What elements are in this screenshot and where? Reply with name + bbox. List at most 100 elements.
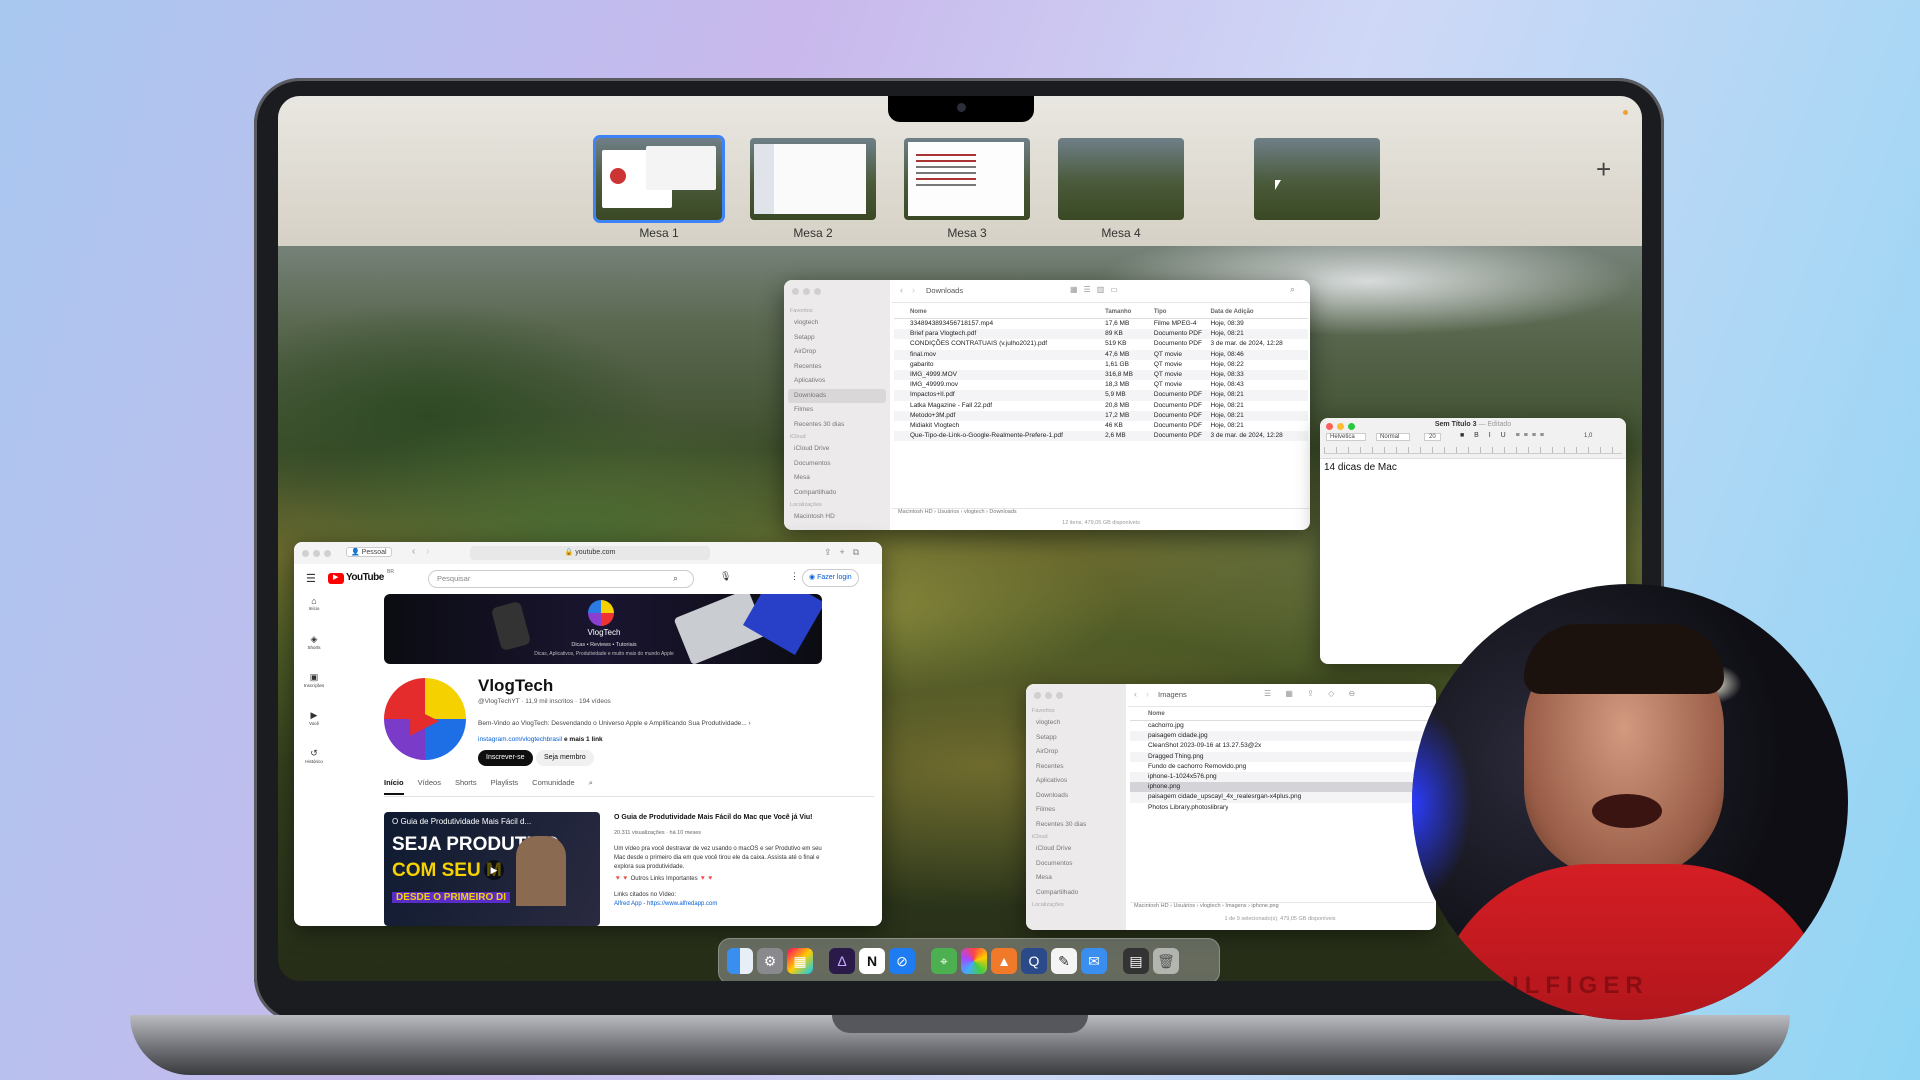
- file-row[interactable]: Photos Library.photoslibrary: [1130, 803, 1430, 813]
- safari-window[interactable]: 👤 Pessoal ‹ › 🔒 youtube.com ⇪+⧉ ☰ ▶ YouT…: [294, 542, 882, 926]
- finder-images-window[interactable]: Favoritos vlogtech Setapp AirDrop Recent…: [1026, 684, 1436, 930]
- maps-icon[interactable]: ⌖: [931, 948, 957, 974]
- forward-icon[interactable]: ›: [426, 546, 429, 557]
- youtube-search-input[interactable]: Pesquisar ⌕: [428, 570, 694, 588]
- menu-icon[interactable]: ☰: [306, 572, 316, 585]
- file-row[interactable]: iphone-1-1024x576.png: [1130, 771, 1430, 783]
- join-button[interactable]: Seja membro: [536, 750, 594, 766]
- settings-icon[interactable]: ⚙: [757, 948, 783, 974]
- font-family-select[interactable]: Helvetica: [1326, 433, 1366, 441]
- notion-icon[interactable]: N: [859, 948, 885, 974]
- trash-icon[interactable]: 🗑: [1153, 948, 1179, 974]
- path-item[interactable]: Downloads: [989, 509, 1016, 515]
- file-row[interactable]: Latka Magazine - Fall 22.pdf 20,8 MB Docum…: [894, 401, 1308, 411]
- sidebar-item-aplicativos[interactable]: Aplicativos: [1026, 774, 1126, 789]
- tab-comunidade[interactable]: Comunidade: [532, 778, 575, 796]
- path-item[interactable]: Macintosh HD: [898, 509, 933, 515]
- add-space-button[interactable]: +: [1596, 154, 1611, 185]
- space-thumbnail-3[interactable]: [904, 138, 1030, 220]
- space-thumbnail-4[interactable]: [1058, 138, 1184, 220]
- quicktime-icon[interactable]: Q: [1021, 948, 1047, 974]
- file-row[interactable]: CleanShot 2023-09-16 at 13.27.53@2x: [1130, 741, 1430, 751]
- sidebar-item-recentes[interactable]: Recentes: [784, 360, 890, 375]
- file-row[interactable]: 3348943893456718157.mp4 17,6 MB Filme MPEG…: [894, 319, 1308, 329]
- column-tamanho[interactable]: Tamanho: [1105, 306, 1154, 318]
- file-row[interactable]: CONDIÇÕES CONTRATUAIS (v.julho2021).pdf 5…: [894, 339, 1308, 349]
- file-row[interactable]: Metodo+3M.pdf 17,2 MB Documento PDF Hoje, 0…: [894, 410, 1308, 421]
- file-row[interactable]: Dragged Thing.png: [1130, 751, 1430, 762]
- nav-inscricoes[interactable]: ▣ Inscrições: [294, 672, 334, 710]
- affinity-icon[interactable]: Δ: [829, 948, 855, 974]
- sidebar-item-aplicativos[interactable]: Aplicativos: [784, 374, 890, 389]
- forward-icon[interactable]: ›: [1146, 689, 1149, 699]
- sidebar-item-setapp[interactable]: Setapp: [1026, 731, 1126, 746]
- window-controls[interactable]: [784, 280, 890, 306]
- file-row[interactable]: paisagem cidade.jpg: [1130, 731, 1430, 742]
- launchpad-icon[interactable]: ▦: [787, 948, 813, 974]
- finder-icon[interactable]: [727, 948, 753, 974]
- path-item[interactable]: vlogtech: [964, 509, 985, 515]
- column-tipo[interactable]: Tipo: [1154, 306, 1211, 318]
- space-thumbnail-2[interactable]: [750, 138, 876, 220]
- profile-button[interactable]: 👤 Pessoal: [346, 547, 392, 557]
- subscribe-button[interactable]: Inscrever-se: [478, 750, 533, 766]
- sidebar-item-filmes[interactable]: Filmes: [1026, 803, 1126, 818]
- font-style-select[interactable]: Normal: [1376, 433, 1411, 441]
- sidebar-item-mesa[interactable]: Mesa: [784, 471, 890, 486]
- window-controls[interactable]: [302, 550, 331, 557]
- sidebar-item-recentes-30[interactable]: Recentes 30 dias: [1026, 818, 1126, 833]
- sidebar-item-vlogtech[interactable]: vlogtech: [784, 316, 890, 331]
- back-icon[interactable]: ‹: [412, 546, 415, 557]
- textedit-icon[interactable]: ✎: [1051, 948, 1077, 974]
- back-icon[interactable]: ‹: [900, 285, 903, 295]
- sidebar-item-icloud-drive[interactable]: iCloud Drive: [784, 442, 890, 457]
- sidebar-item-documentos[interactable]: Documentos: [784, 457, 890, 472]
- path-item[interactable]: Usuários: [937, 509, 959, 515]
- nav-historico[interactable]: ↺ Histórico: [294, 748, 334, 786]
- sidebar-item-filmes[interactable]: Filmes: [784, 403, 890, 418]
- sidebar-item-mesa[interactable]: Mesa: [1026, 871, 1126, 886]
- search-icon[interactable]: ⌕: [589, 778, 593, 796]
- column-nome[interactable]: Nome: [894, 306, 1105, 318]
- file-row[interactable]: paisagem cidade_upscayl_4x_realesrgan-x4…: [1130, 792, 1430, 803]
- path-item[interactable]: Imagens: [1225, 903, 1246, 909]
- sidebar-item-downloads[interactable]: Downloads: [1026, 789, 1126, 804]
- channel-avatar[interactable]: ▶: [384, 678, 466, 760]
- share-newtab-tabs-icons[interactable]: ⇪+⧉: [824, 547, 867, 558]
- file-row[interactable]: Impactos+II.pdf 5,9 MB Documento PDF Hoje, …: [894, 390, 1308, 401]
- sidebar-item-compartilhado[interactable]: Compartilhado: [784, 486, 890, 501]
- view-mode-icons[interactable]: ▦☰▥▭: [1070, 285, 1124, 294]
- tab-videos[interactable]: Vídeos: [418, 778, 441, 796]
- toolbar-action-icons[interactable]: ☰ ▦ ⇪ ◇ ⊖: [1264, 689, 1361, 698]
- sidebar-item-recentes-30[interactable]: Recentes 30 dias: [784, 418, 890, 433]
- document-body[interactable]: 14 dicas de Mac: [1324, 462, 1397, 473]
- channel-links[interactable]: instagram.com/vlogtechbrasil e mais 1 li…: [478, 736, 603, 743]
- path-item[interactable]: Usuários: [1173, 903, 1195, 909]
- column-data[interactable]: Data de Adição: [1210, 306, 1308, 318]
- sidebar-item-airdrop[interactable]: AirDrop: [1026, 745, 1126, 760]
- mail-icon[interactable]: ✉: [1081, 948, 1107, 974]
- more-options-icon[interactable]: ⋮: [790, 571, 799, 582]
- file-row[interactable]: IMG_4999.MOV 316,8 MB QT movie Hoje, 08:33: [894, 369, 1308, 381]
- path-item[interactable]: vlogtech: [1200, 903, 1221, 909]
- space-thumbnail-5[interactable]: [1254, 138, 1380, 220]
- login-button[interactable]: ◉ Fazer login: [802, 569, 859, 587]
- microphone-icon[interactable]: 🎙: [720, 571, 731, 582]
- file-row[interactable]: IMG_49999.mov 18,3 MB QT movie Hoje, 08:43: [894, 380, 1308, 390]
- line-spacing-select[interactable]: 1,0: [1584, 433, 1592, 439]
- format-buttons[interactable]: ■ B I U ≡≡≡≡: [1460, 432, 1548, 439]
- affinity-publisher-icon[interactable]: ▲: [991, 948, 1017, 974]
- sidebar-item-recentes[interactable]: Recentes: [1026, 760, 1126, 775]
- file-row[interactable]: Brief para Vlogtech.pdf 89 KB Documento PD…: [894, 329, 1308, 340]
- featured-video-title[interactable]: O Guia de Produtividade Mais Fácil do Ma…: [614, 814, 844, 821]
- forward-icon[interactable]: ›: [912, 285, 915, 295]
- column-nome[interactable]: Nome: [1130, 708, 1165, 720]
- sidebar-item-documentos[interactable]: Documentos: [1026, 857, 1126, 872]
- sidebar-item-compartilhado[interactable]: Compartilhado: [1026, 886, 1126, 901]
- sidebar-item-macintosh-hd[interactable]: Macintosh HD: [784, 510, 890, 525]
- file-row[interactable]: gabarito 1,61 GB QT movie Hoje, 08:22: [894, 360, 1308, 370]
- tab-shorts[interactable]: Shorts: [455, 778, 477, 796]
- path-item[interactable]: Macintosh HD: [1134, 903, 1169, 909]
- calculator-icon[interactable]: ▤: [1123, 948, 1149, 974]
- safari-icon[interactable]: ⊘: [889, 948, 915, 974]
